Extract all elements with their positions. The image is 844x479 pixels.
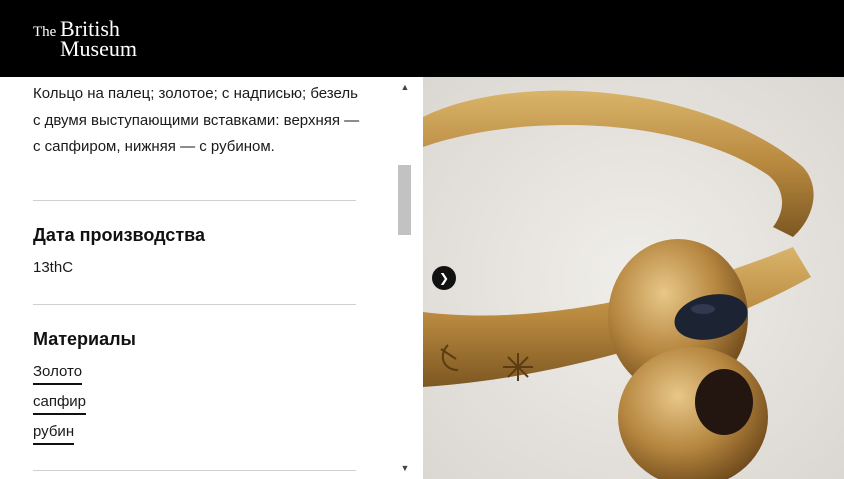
material-link-sapphire[interactable]: сапфир bbox=[33, 393, 87, 415]
scroll-thumb[interactable] bbox=[398, 165, 411, 235]
material-link-ruby[interactable]: рубин bbox=[33, 423, 75, 445]
details-scrollbar[interactable]: ▲ ▼ bbox=[397, 77, 423, 479]
production-date-value: 13thC bbox=[33, 259, 74, 276]
divider bbox=[33, 200, 356, 201]
logo-the: The bbox=[33, 24, 57, 40]
object-details-panel: Кольцо на палец; золотое; с надписью; бе… bbox=[0, 77, 397, 479]
chevron-right-icon: ❯ bbox=[438, 271, 450, 285]
logo-museum: Museum bbox=[60, 36, 137, 61]
production-date-heading: Дата производства bbox=[33, 225, 205, 245]
gold-ring-image bbox=[423, 77, 844, 479]
object-description: Кольцо на палец; золотое; с надписью; бе… bbox=[33, 85, 360, 155]
divider bbox=[33, 470, 356, 471]
object-image bbox=[423, 77, 844, 479]
divider bbox=[33, 304, 356, 305]
scroll-up-arrow-icon[interactable]: ▲ bbox=[397, 82, 413, 92]
material-link-gold[interactable]: Золото bbox=[33, 363, 83, 385]
materials-heading: Материалы bbox=[33, 329, 136, 349]
next-image-button[interactable]: ❯ bbox=[432, 266, 456, 290]
scroll-down-arrow-icon[interactable]: ▼ bbox=[397, 463, 413, 473]
site-header: The British Museum bbox=[0, 0, 844, 77]
